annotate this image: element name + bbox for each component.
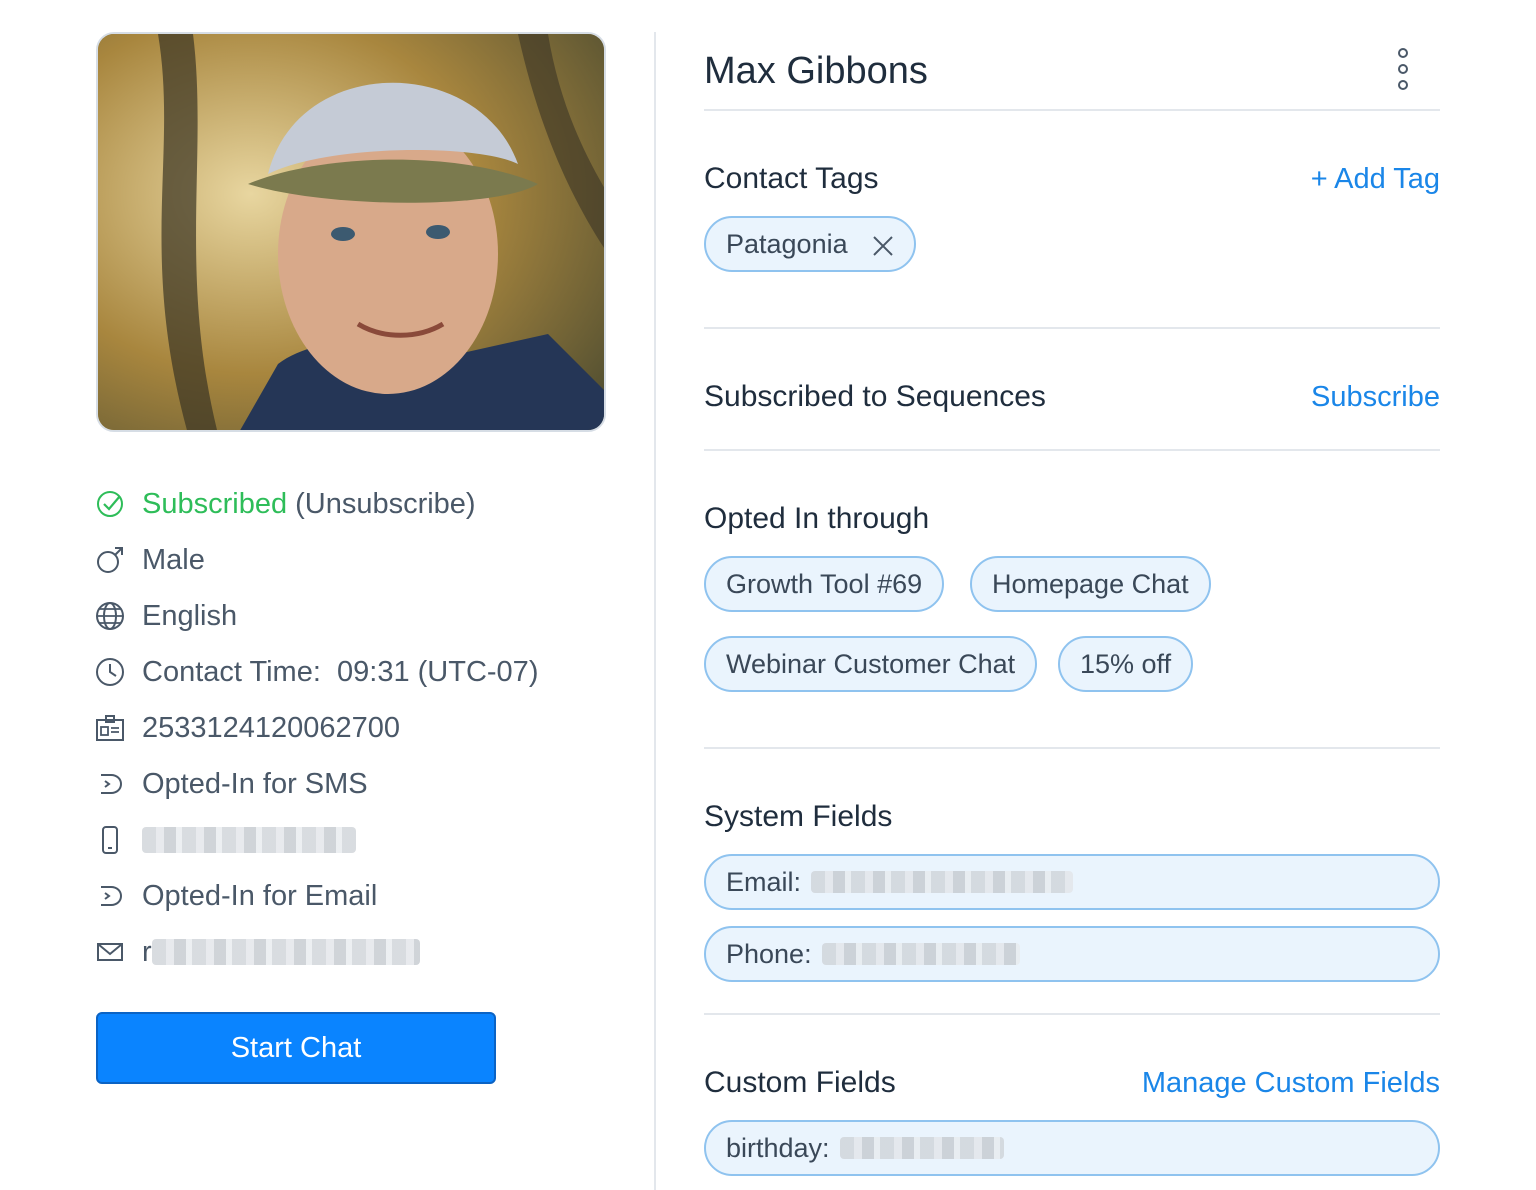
divider — [704, 747, 1440, 749]
email-value-redacted — [151, 939, 420, 965]
email-field-value-redacted — [811, 871, 1074, 893]
phone-icon — [94, 824, 126, 856]
subscribed-status: Subscribed — [142, 487, 288, 520]
column-divider — [654, 32, 656, 1190]
custom-fields-title: Custom Fields — [704, 1066, 896, 1099]
contact-id-value: 2533124120062700 — [142, 711, 401, 744]
optin-chip[interactable]: Webinar Customer Chat — [704, 636, 1038, 692]
check-circle-icon — [94, 488, 126, 520]
tag-chip: Patagonia — [704, 216, 916, 272]
subscription-status-row: Subscribed (Unsubscribe) — [94, 476, 614, 532]
birthday-field[interactable]: birthday: — [704, 1120, 1440, 1176]
system-fields-title: System Fields — [704, 800, 893, 833]
gender-value: Male — [142, 543, 205, 576]
optin-chip[interactable]: Homepage Chat — [970, 556, 1211, 612]
phone-value-redacted — [142, 827, 356, 853]
email-field-label: Email: — [726, 866, 802, 897]
contact-time-row: Contact Time: 09:31 (UTC-07) — [94, 644, 614, 700]
divider — [704, 109, 1440, 111]
tag-label: Patagonia — [726, 228, 848, 259]
contact-time-value: Contact Time: 09:31 (UTC-07) — [142, 655, 539, 688]
language-value: English — [142, 599, 238, 632]
optin-chip[interactable]: Growth Tool #69 — [704, 556, 945, 612]
phone-field-label: Phone: — [726, 938, 812, 969]
phone-row — [94, 812, 614, 868]
phone-field[interactable]: Phone: — [704, 926, 1440, 982]
contact-name: Max Gibbons — [704, 50, 928, 92]
optin-chip-label: 15% off — [1080, 648, 1172, 679]
birthday-field-label: birthday: — [726, 1132, 830, 1163]
clock-icon — [94, 656, 126, 688]
mail-icon — [94, 936, 126, 968]
email-optin-row: Opted-In for Email — [94, 868, 614, 924]
unsubscribe-link[interactable]: (Unsubscribe) — [295, 488, 476, 521]
gender-row: Male — [94, 532, 614, 588]
optin-chip-label: Homepage Chat — [992, 568, 1189, 599]
optin-chip-label: Webinar Customer Chat — [726, 648, 1016, 679]
email-optin-label: Opted-In for Email — [142, 879, 378, 912]
add-tag-link[interactable]: + Add Tag — [1311, 163, 1440, 196]
subscribe-link[interactable]: Subscribe — [1311, 381, 1440, 414]
divider — [704, 327, 1440, 329]
language-row: English — [94, 588, 614, 644]
profile-photo-image — [98, 34, 604, 430]
start-chat-button[interactable]: Start Chat — [96, 1012, 496, 1084]
contact-tags-title: Contact Tags — [704, 162, 879, 195]
phone-field-value-redacted — [821, 943, 1020, 965]
birthday-field-value-redacted — [839, 1137, 1004, 1159]
optin-chip[interactable]: 15% off — [1058, 636, 1194, 692]
email-row: r — [94, 924, 614, 980]
opt-in-icon — [94, 768, 126, 800]
sms-optin-label: Opted-In for SMS — [142, 767, 368, 800]
divider — [704, 449, 1440, 451]
opt-in-icon — [94, 880, 126, 912]
email-field[interactable]: Email: — [704, 854, 1440, 910]
contact-info-list: Subscribed (Unsubscribe) Male English Co… — [94, 476, 614, 980]
email-prefix: r — [142, 935, 152, 968]
id-card-icon — [94, 712, 126, 744]
opted-in-title: Opted In through — [704, 502, 930, 535]
kebab-menu-icon[interactable] — [1392, 46, 1414, 92]
globe-icon — [94, 600, 126, 632]
close-icon[interactable] — [872, 233, 894, 256]
male-icon — [94, 544, 126, 576]
sms-optin-row: Opted-In for SMS — [94, 756, 614, 812]
divider — [704, 1013, 1440, 1015]
manage-custom-fields-link[interactable]: Manage Custom Fields — [1142, 1067, 1440, 1100]
sequences-title: Subscribed to Sequences — [704, 380, 1046, 413]
contact-id-row: 2533124120062700 — [94, 700, 614, 756]
optin-chip-label: Growth Tool #69 — [726, 568, 923, 599]
profile-photo — [96, 32, 606, 432]
